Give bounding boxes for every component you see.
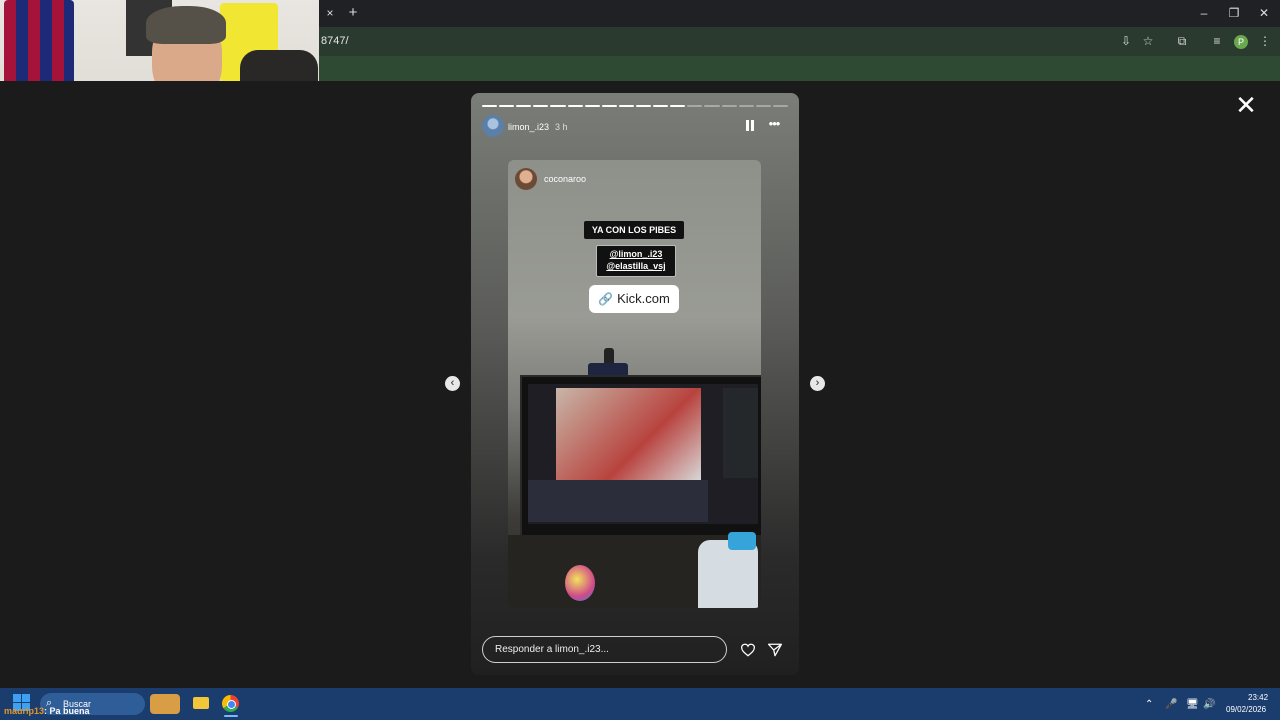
- tab-close-button[interactable]: ×: [322, 5, 338, 21]
- active-app-indicator: [224, 715, 238, 717]
- story-progress-bar: [482, 105, 788, 107]
- story-card[interactable]: limon_.i23 3 h ••• coconaroo YA CON LOS …: [471, 93, 799, 675]
- photo-colorful-egg: [565, 565, 595, 601]
- barcelona-jersey: [4, 0, 74, 88]
- profile-avatar[interactable]: P: [1234, 35, 1248, 49]
- pause-icon[interactable]: [745, 120, 755, 131]
- address-bar: [319, 27, 1280, 56]
- streamer-hair: [146, 6, 226, 44]
- mention-elastilla[interactable]: @elastilla_vsj: [597, 260, 675, 272]
- chat-separator: :: [44, 706, 48, 716]
- next-story-button[interactable]: ›: [810, 376, 825, 391]
- previous-story-button[interactable]: ‹: [445, 376, 460, 391]
- progress-segment: [601, 105, 617, 107]
- progress-segment: [567, 105, 583, 107]
- link-sticker[interactable]: 🔗 Kick.com: [589, 285, 679, 313]
- chrome-icon[interactable]: [222, 695, 239, 712]
- photo-screen-panel: [528, 480, 708, 522]
- browser-tab-strip: [319, 0, 1280, 27]
- progress-segment: [635, 105, 652, 107]
- progress-segment: [550, 105, 566, 107]
- menu-kebab-icon[interactable]: ⋮: [1257, 33, 1273, 49]
- volume-icon[interactable]: 🔊: [1203, 699, 1215, 710]
- file-explorer-icon[interactable]: [193, 697, 209, 709]
- progress-segment: [670, 105, 686, 107]
- url-text[interactable]: 8747/: [321, 35, 349, 47]
- progress-segment: [499, 105, 515, 107]
- mention-limon[interactable]: @limon_.i23: [597, 248, 675, 260]
- story-timestamp: 3 h: [555, 122, 568, 132]
- network-icon[interactable]: 🖥: [1186, 699, 1199, 710]
- window-close-button[interactable]: ✕: [1249, 4, 1279, 22]
- minimize-button[interactable]: –: [1189, 4, 1219, 22]
- photo-water-bottle: [698, 540, 758, 608]
- media-control-icon[interactable]: ≡: [1209, 33, 1225, 49]
- progress-segment: [704, 105, 720, 107]
- progress-segment: [772, 105, 788, 107]
- reply-input[interactable]: [482, 636, 727, 663]
- progress-segment: [584, 105, 600, 107]
- progress-segment: [653, 105, 669, 107]
- progress-segment: [482, 105, 498, 107]
- restore-button[interactable]: ❐: [1219, 4, 1249, 22]
- progress-segment: [618, 105, 634, 107]
- progress-segment: [533, 105, 549, 107]
- send-icon[interactable]: [767, 643, 783, 657]
- heart-icon[interactable]: [740, 643, 756, 657]
- progress-segment: [738, 105, 754, 107]
- microphone-icon[interactable]: 🎤: [1165, 699, 1177, 710]
- photo-screen-image: [556, 388, 701, 481]
- bookmark-star-icon[interactable]: ☆: [1140, 33, 1156, 49]
- link-text: Kick.com: [617, 291, 670, 306]
- progress-segment: [755, 105, 771, 107]
- chevron-up-icon[interactable]: ⌃: [1145, 699, 1153, 710]
- inner-username[interactable]: coconaroo: [544, 174, 586, 184]
- windows-taskbar: [0, 688, 1280, 720]
- photo-bottle-cap: [728, 532, 756, 550]
- new-tab-button[interactable]: +: [344, 4, 362, 22]
- clock-date[interactable]: 09/02/2026: [1226, 705, 1266, 714]
- inner-avatar[interactable]: [515, 168, 537, 190]
- install-app-icon[interactable]: ⇩: [1118, 33, 1134, 49]
- more-options-icon[interactable]: •••: [765, 117, 783, 131]
- clock-time[interactable]: 23:42: [1248, 693, 1268, 702]
- mention-sticker[interactable]: @limon_.i23 @elastilla_vsj: [596, 245, 676, 277]
- close-viewer-button[interactable]: ✕: [1234, 92, 1258, 118]
- progress-segment: [721, 105, 737, 107]
- text-sticker: YA CON LOS PIBES: [584, 221, 684, 239]
- link-icon: 🔗: [598, 292, 614, 306]
- chat-overlay: maurip13: Pa buena: [4, 706, 90, 716]
- extensions-icon[interactable]: ⧉: [1174, 33, 1190, 49]
- chat-username: maurip13: [4, 706, 45, 716]
- progress-segment: [516, 105, 532, 107]
- story-avatar[interactable]: [482, 115, 504, 137]
- chat-message: Pa buena: [49, 706, 90, 716]
- photo-screen-sidebar: [723, 388, 758, 478]
- reshared-story[interactable]: coconaroo YA CON LOS PIBES @limon_.i23 @…: [508, 160, 761, 608]
- progress-segment: [687, 105, 703, 107]
- story-username[interactable]: limon_.i23: [508, 122, 549, 132]
- widget-icon[interactable]: [150, 694, 180, 714]
- bookmarks-bar: [319, 56, 1280, 81]
